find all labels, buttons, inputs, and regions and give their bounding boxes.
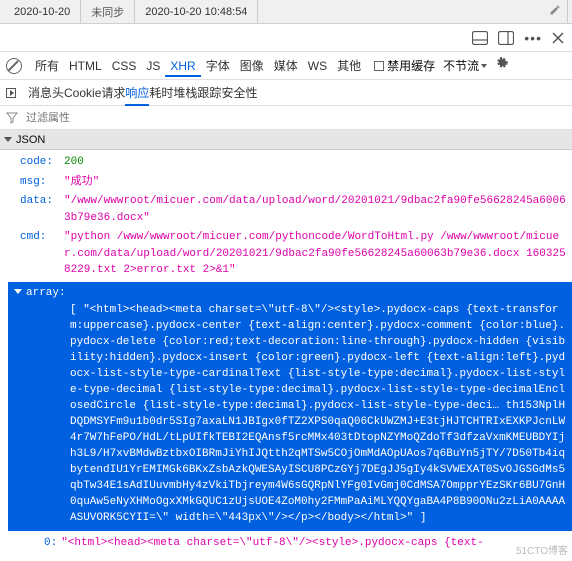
devtools-toolbar: ••• [0,24,572,52]
filter-input[interactable] [24,111,566,125]
grid-row: 2020-10-20 未同步 2020-10-20 10:48:54 [0,0,572,24]
disable-cache-checkbox[interactable]: 禁用缓存 [374,57,435,74]
filter-tab[interactable]: HTML [64,57,107,75]
json-header[interactable]: JSON [0,130,572,150]
checkbox-icon [374,61,384,71]
json-row-cmd[interactable]: cmd: "python /www/wwwroot/micuer.com/pyt… [20,229,572,279]
collapse-icon [4,137,12,142]
gear-icon[interactable] [495,57,509,74]
response-subtabs: 消息头Cookie请求响应耗时堆栈跟踪安全性 [0,80,572,106]
filter-props-row [0,106,572,130]
filter-tab[interactable]: CSS [107,57,142,75]
json-key: code: [20,154,60,171]
close-icon[interactable] [552,32,564,44]
more-icon[interactable]: ••• [524,30,542,46]
json-row-array-selected[interactable]: array: [ "<html><head><meta charset=\"ut… [8,282,572,531]
json-value: "/www/wwwroot/micuer.com/data/upload/wor… [64,193,572,226]
json-value: "<html><head><meta charset=\"utf-8\"/><s… [61,535,483,552]
divider [567,0,568,23]
cell-sync: 未同步 [81,4,134,20]
json-key: msg: [20,174,60,191]
network-filter-bar: 所有HTMLCSSJSXHR字体图像媒体WS其他 禁用缓存 不节流 [0,52,572,80]
json-key: data: [20,193,60,226]
json-value: 200 [64,154,84,171]
filter-tab[interactable]: 其他 [332,57,366,75]
panel-icon[interactable] [472,31,488,45]
throttle-select[interactable]: 不节流 [443,57,487,74]
watermark: 51CTO博客 [516,542,568,557]
json-value: "成功" [64,174,99,191]
response-subtab[interactable]: 堆栈跟踪 [173,86,221,100]
filter-tab[interactable]: WS [303,57,332,75]
json-row-data[interactable]: data: "/www/wwwroot/micuer.com/data/uplo… [20,193,572,226]
json-label: JSON [16,134,45,146]
json-key: array: [26,287,66,299]
chevron-down-icon [481,64,487,68]
json-body: code: 200 msg: "成功" data: "/www/wwwroot/… [0,150,572,555]
json-row-msg[interactable]: msg: "成功" [20,174,572,191]
block-icon[interactable] [6,58,22,74]
cell-date: 2020-10-20 [4,6,80,18]
edit-icon[interactable] [543,4,567,19]
filter-tab[interactable]: 媒体 [269,57,303,75]
resend-icon[interactable] [6,88,16,98]
response-subtab[interactable]: 响应 [125,86,149,106]
cell-timestamp: 2020-10-20 10:48:54 [135,6,257,18]
json-row-code[interactable]: code: 200 [20,154,572,171]
response-subtab[interactable]: 耗时 [149,86,173,100]
filter-tab[interactable]: 图像 [235,57,269,75]
divider [257,0,258,23]
filter-tab[interactable]: XHR [165,57,200,77]
filter-tab[interactable]: 所有 [30,57,64,75]
json-value: "python /www/wwwroot/micuer.com/pythonco… [64,229,572,279]
json-value: [ "<html><head><meta charset=\"utf-8\"/>… [14,303,566,526]
split-icon[interactable] [498,31,514,45]
throttle-label: 不节流 [443,57,479,74]
json-array-item-0[interactable]: 0: "<html><head><meta charset=\"utf-8\"/… [20,535,572,552]
json-key: 0: [44,535,57,552]
disable-cache-label: 禁用缓存 [387,57,435,74]
json-key: cmd: [20,229,60,279]
response-subtab[interactable]: 安全性 [221,86,257,100]
filter-tab[interactable]: 字体 [201,57,235,75]
response-subtab[interactable]: 消息头 [28,86,64,100]
funnel-icon[interactable] [6,112,18,124]
filter-tab[interactable]: JS [141,57,165,75]
response-subtab[interactable]: Cookie [64,86,101,100]
response-subtab[interactable]: 请求 [101,86,125,100]
collapse-icon [14,289,22,294]
